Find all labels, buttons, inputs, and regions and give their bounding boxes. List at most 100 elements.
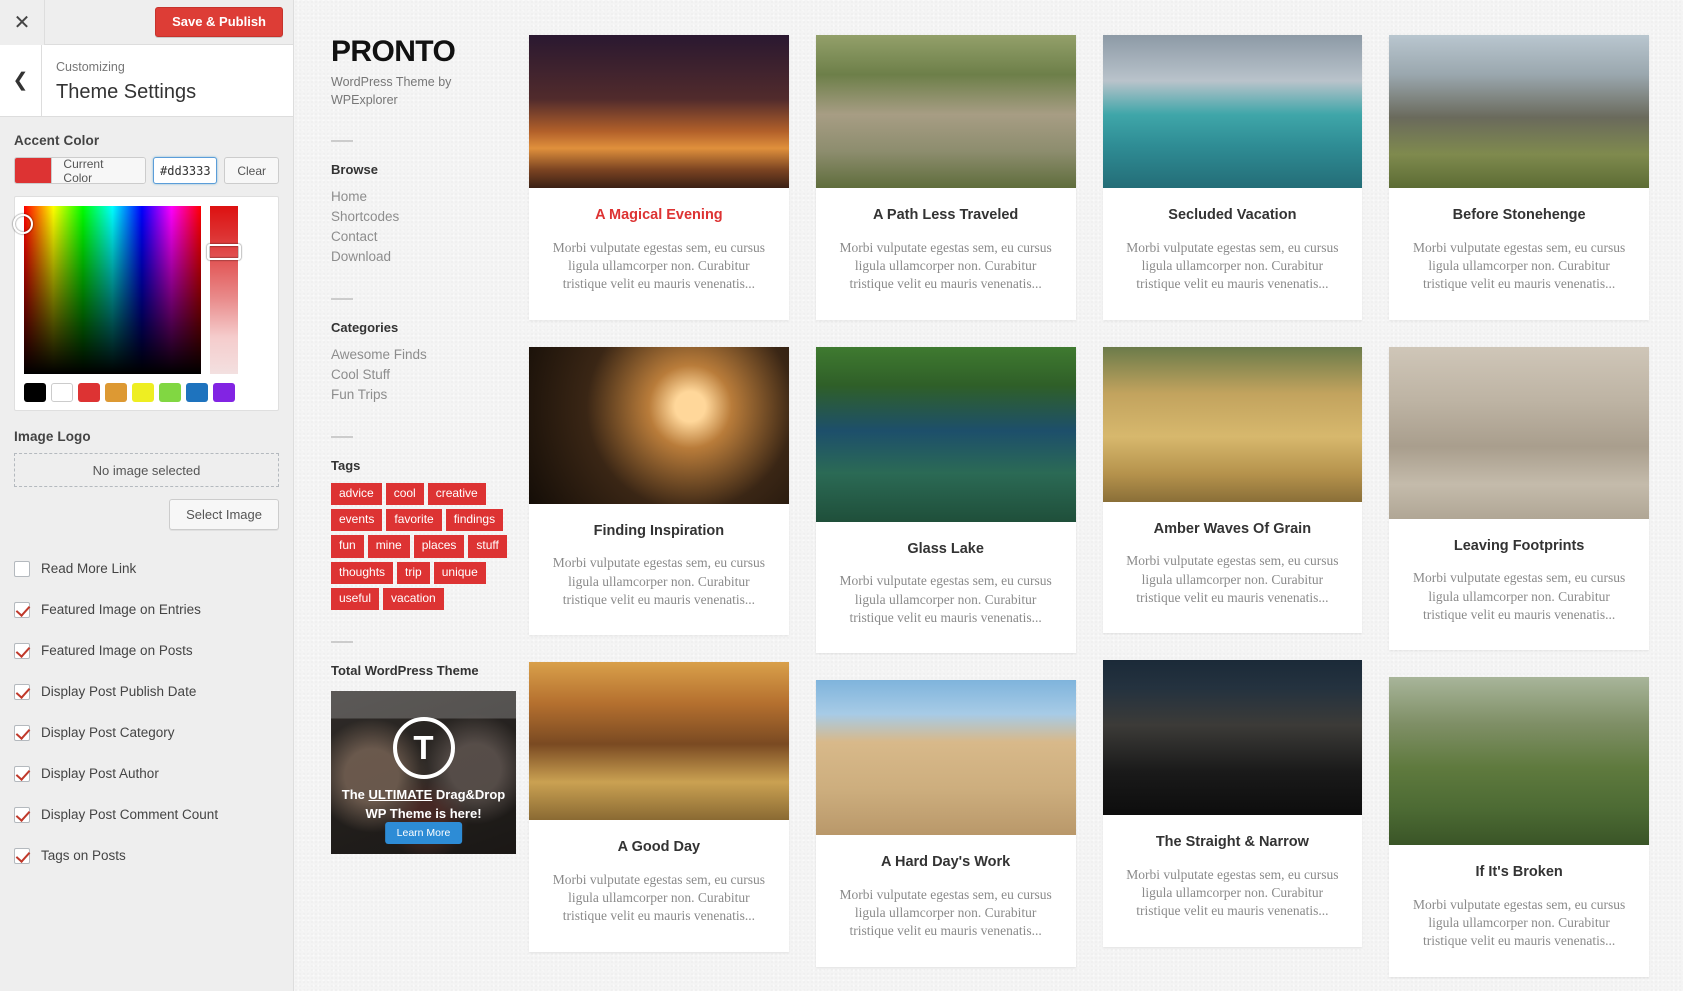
checkbox-input[interactable]: [14, 642, 30, 659]
tag-pill[interactable]: cool: [385, 483, 424, 506]
post-title[interactable]: A Good Day: [545, 838, 773, 857]
checkbox-input[interactable]: [14, 847, 30, 864]
checkbox-row-1[interactable]: Featured Image on Entries: [14, 589, 279, 630]
checkbox-input[interactable]: [14, 601, 30, 618]
hex-color-input[interactable]: [153, 157, 218, 184]
tag-pill[interactable]: stuff: [468, 535, 507, 558]
post-title[interactable]: A Path Less Traveled: [832, 206, 1060, 225]
post-card[interactable]: The Straight & Narrow Morbi vulputate ege…: [1102, 660, 1363, 947]
checkbox-input[interactable]: [14, 806, 30, 823]
tag-pill[interactable]: creative: [427, 483, 486, 506]
swatch-yellow[interactable]: [132, 383, 154, 402]
close-icon[interactable]: ✕: [0, 0, 45, 45]
select-image-button[interactable]: Select Image: [169, 499, 279, 530]
browse-link[interactable]: Download: [331, 247, 519, 267]
post-featured-image[interactable]: [815, 35, 1076, 188]
swatch-purple[interactable]: [213, 383, 235, 402]
post-card-body: Secluded Vacation Morbi vulputate egestas…: [1103, 188, 1363, 320]
post-card[interactable]: Leaving Footprints Morbi vulputate egesta…: [1389, 346, 1649, 650]
hue-slider[interactable]: [207, 206, 241, 374]
tag-pill[interactable]: unique: [433, 561, 486, 584]
tag-pill[interactable]: mine: [367, 535, 410, 558]
post-title[interactable]: Leaving Footprints: [1405, 537, 1633, 556]
swatch-red[interactable]: [78, 383, 100, 402]
post-card[interactable]: Glass Lake Morbi vulputate egestas sem, e…: [815, 346, 1076, 653]
post-title[interactable]: Glass Lake: [832, 540, 1060, 559]
category-link[interactable]: Awesome Finds: [331, 345, 519, 365]
post-featured-image[interactable]: [1389, 346, 1649, 519]
color-picker[interactable]: [13, 196, 279, 411]
post-title[interactable]: Amber Waves Of Grain: [1119, 520, 1347, 539]
post-card[interactable]: Finding Inspiration Morbi vulputate egest…: [529, 346, 789, 635]
ad-learn-more-button[interactable]: Learn More: [384, 821, 463, 844]
checkbox-row-0[interactable]: Read More Link: [14, 548, 279, 589]
tag-pill[interactable]: findings: [445, 509, 504, 532]
post-featured-image[interactable]: [815, 680, 1076, 835]
checkbox-row-3[interactable]: Display Post Publish Date: [14, 671, 279, 712]
browse-link[interactable]: Home: [331, 187, 519, 207]
post-featured-image[interactable]: [1102, 660, 1363, 815]
checkbox-input[interactable]: [14, 724, 30, 741]
post-card[interactable]: Amber Waves Of Grain Morbi vulputate eges…: [1102, 346, 1363, 633]
browse-link[interactable]: Contact: [331, 227, 519, 247]
color-picker-main: [13, 206, 269, 374]
post-card[interactable]: A Path Less Traveled Morbi vulputate eges…: [815, 35, 1076, 320]
checkbox-row-6[interactable]: Display Post Comment Count: [14, 794, 279, 835]
checkbox-row-4[interactable]: Display Post Category: [14, 712, 279, 753]
category-link[interactable]: Fun Trips: [331, 385, 519, 405]
browse-link[interactable]: Shortcodes: [331, 207, 519, 227]
tag-pill[interactable]: thoughts: [331, 561, 394, 584]
post-featured-image[interactable]: [529, 346, 789, 504]
post-title[interactable]: If It's Broken: [1405, 863, 1633, 882]
swatch-white[interactable]: [51, 383, 73, 402]
post-featured-image[interactable]: [529, 35, 789, 188]
chevron-left-icon[interactable]: ❮: [0, 45, 42, 116]
tag-pill[interactable]: events: [331, 509, 383, 532]
current-color-button[interactable]: Current Color: [14, 157, 147, 184]
tag-pill[interactable]: trip: [397, 561, 430, 584]
checkbox-input[interactable]: [14, 765, 30, 782]
post-title[interactable]: The Straight & Narrow: [1119, 833, 1347, 852]
ad-banner[interactable]: T The ULTIMATE Drag&Drop WP Theme is her…: [331, 690, 516, 854]
saturation-value-area[interactable]: [13, 206, 201, 374]
post-card[interactable]: A Magical Evening Morbi vulputate egestas…: [529, 35, 789, 320]
post-title[interactable]: Finding Inspiration: [545, 522, 773, 541]
post-card[interactable]: A Hard Day's Work Morbi vulputate egestas…: [815, 680, 1076, 967]
post-title[interactable]: A Magical Evening: [545, 206, 773, 225]
post-card[interactable]: A Good Day Morbi vulputate egestas sem, e…: [529, 662, 789, 952]
checkbox-row-5[interactable]: Display Post Author: [14, 753, 279, 794]
site-brand[interactable]: PRONTO: [331, 35, 519, 68]
post-title[interactable]: Before Stonehenge: [1405, 206, 1633, 225]
tag-pill[interactable]: places: [413, 535, 465, 558]
tag-pill[interactable]: favorite: [386, 509, 442, 532]
post-featured-image[interactable]: [1102, 346, 1363, 502]
checkbox-row-2[interactable]: Featured Image on Posts: [14, 630, 279, 671]
post-title[interactable]: A Hard Day's Work: [832, 853, 1060, 872]
post-featured-image[interactable]: [1102, 35, 1363, 188]
tag-pill[interactable]: useful: [331, 587, 380, 610]
checkbox-input[interactable]: [14, 560, 30, 577]
swatch-green[interactable]: [159, 383, 181, 402]
checkbox-input[interactable]: [14, 683, 30, 700]
post-featured-image[interactable]: [1389, 677, 1649, 845]
post-card[interactable]: If It's Broken Morbi vulputate egestas se…: [1389, 677, 1649, 977]
tag-pill[interactable]: fun: [331, 535, 364, 558]
post-excerpt: Morbi vulputate egestas sem, eu cursus l…: [1413, 570, 1626, 622]
clear-color-button[interactable]: Clear: [224, 157, 279, 184]
post-featured-image[interactable]: [815, 346, 1076, 522]
save-and-publish-button[interactable]: Save & Publish: [155, 7, 283, 38]
post-card[interactable]: Secluded Vacation Morbi vulputate egestas…: [1102, 35, 1363, 320]
checkbox-row-7[interactable]: Tags on Posts: [14, 835, 279, 876]
post-card[interactable]: Before Stonehenge Morbi vulputate egestas…: [1389, 35, 1649, 320]
hue-slider-handle[interactable]: [207, 244, 241, 260]
post-featured-image[interactable]: [1389, 35, 1649, 188]
tag-pill[interactable]: advice: [331, 483, 382, 506]
category-link[interactable]: Cool Stuff: [331, 365, 519, 385]
swatch-orange[interactable]: [105, 383, 127, 402]
swatch-blue[interactable]: [186, 383, 208, 402]
post-featured-image[interactable]: [529, 662, 789, 820]
swatch-black[interactable]: [24, 383, 46, 402]
tag-pill[interactable]: vacation: [383, 587, 444, 610]
saturation-marker[interactable]: [13, 214, 33, 234]
post-title[interactable]: Secluded Vacation: [1119, 206, 1347, 225]
